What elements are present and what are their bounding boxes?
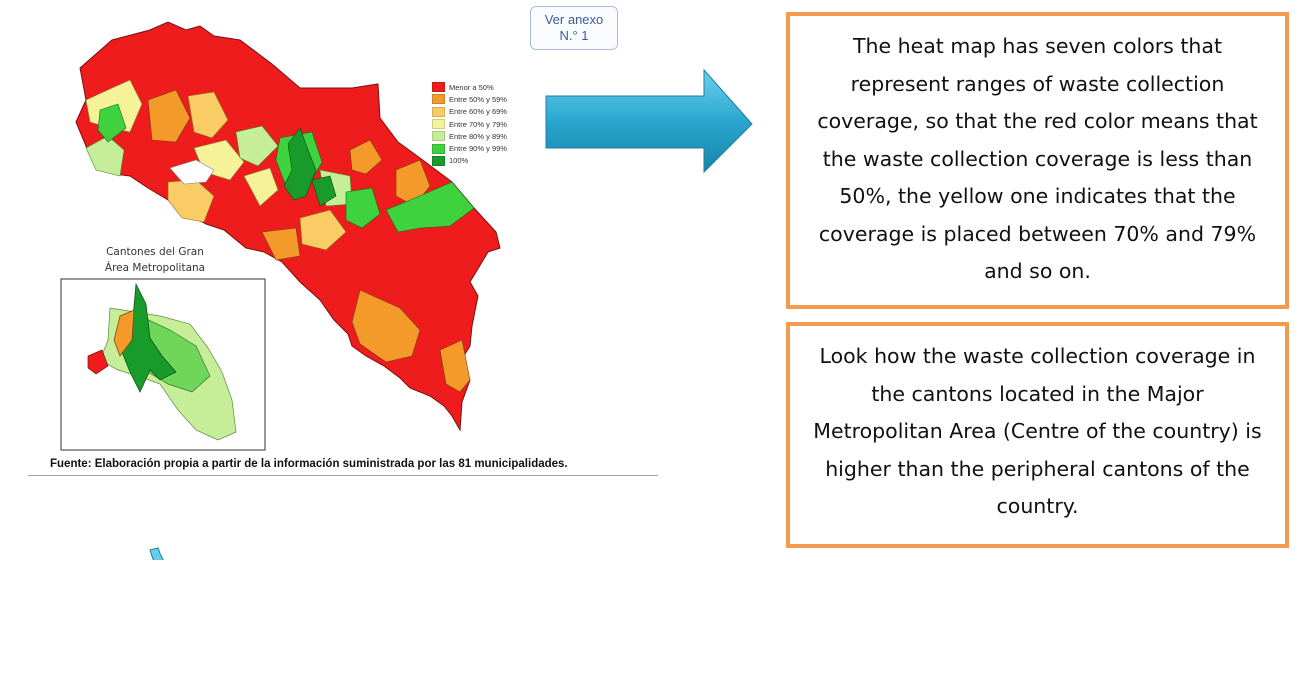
region-orange-6 [261,227,301,261]
legend-item: Entre 80% y 89% [432,130,507,142]
divider [28,475,658,476]
legend-item: 100% [432,155,507,167]
see-annex-label: Ver anexo [544,12,604,27]
heatmap-explanation-box: The heat map has seven colors that repre… [786,12,1289,309]
legend-label: Entre 60% y 69% [449,107,507,117]
legend-swatch [432,119,445,130]
source-caption: Fuente: Elaboración propia a partir de l… [50,458,568,470]
legend-item: Entre 60% y 69% [432,106,507,118]
legend-label: Entre 50% y 59% [449,94,507,104]
see-annex-button[interactable]: Ver anexo N.° 1 [530,6,618,50]
legend-item: Entre 70% y 79% [432,118,507,130]
inset-title-line1: Cantones del Gran [106,246,204,258]
right-arrow [545,68,753,174]
legend-swatch [432,143,445,154]
legend-label: Menor a 50% [449,82,494,92]
curved-arrow [149,547,164,560]
legend-swatch [432,131,445,142]
map-legend: Menor a 50% Entre 50% y 59% Entre 60% y … [432,81,507,167]
legend-swatch [432,106,445,117]
legend-label: Entre 80% y 89% [449,131,507,141]
inset-title-line2: Área Metropolitana [104,262,206,274]
legend-item: Entre 90% y 99% [432,142,507,154]
legend-item: Menor a 50% [432,81,507,93]
legend-swatch [432,82,445,93]
legend-label: 100% [449,156,469,166]
legend-label: Entre 70% y 79% [449,119,507,129]
costa-rica-waste-coverage-map [60,21,753,560]
legend-swatch [432,155,445,166]
inset-title: Cantones del Gran Área Metropolitana [70,244,240,276]
legend-label: Entre 90% y 99% [449,144,507,154]
legend-item: Entre 50% y 59% [432,93,507,105]
legend-swatch [432,94,445,105]
metro-area-explanation-box: Look how the waste collection coverage i… [786,322,1289,548]
annex-number-label: N.° 1 [559,28,589,43]
